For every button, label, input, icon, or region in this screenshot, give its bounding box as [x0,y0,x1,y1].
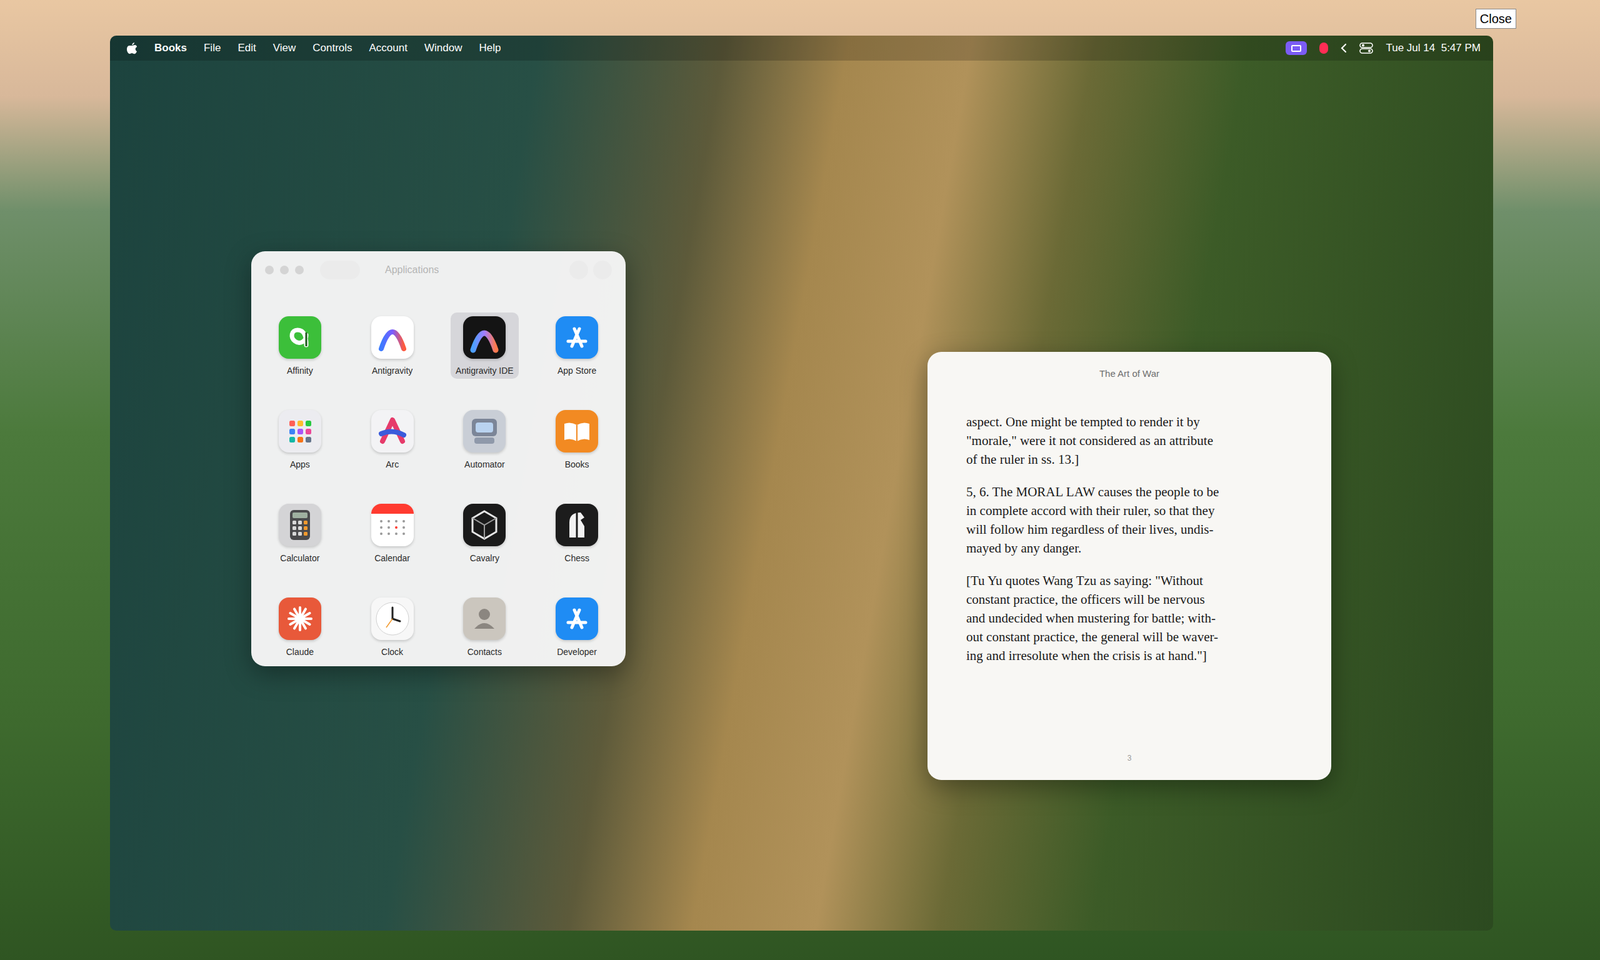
calculator-icon [278,503,322,547]
app-label: Developer [556,646,597,658]
app-item[interactable]: Claude [253,593,347,667]
app-item[interactable]: Cavalry [438,500,532,594]
menu-item[interactable]: File [203,40,221,57]
control-center-icon[interactable] [1359,42,1374,54]
app-icon [463,316,506,359]
contacts-icon [463,597,506,640]
app-label: Books [565,458,590,470]
antigravity-ide-icon [463,316,506,359]
book-paragraph: aspect. One might be tempted to render i… [966,412,1307,469]
affinity-icon [278,316,322,359]
book-paragraph: 5, 6. The MORAL LAW causes the people to… [966,482,1307,558]
app-label: Antigravity IDE [455,365,514,377]
app-label: Chess [564,552,590,564]
app-item[interactable]: Calendar [346,500,439,594]
app-icon [371,503,414,547]
app-label: Calculator [280,552,320,564]
app-icon [371,410,414,453]
app-item[interactable]: Chess [530,500,624,594]
apps-icon [278,410,322,453]
menu-item[interactable]: Window [424,40,462,57]
app-label: Clock [381,646,404,658]
app-icon [555,597,599,640]
app-label: App Store [557,365,597,377]
app-label: Claude [286,646,314,658]
app-icon [555,503,599,547]
nav-buttons[interactable] [320,260,360,280]
developer-icon [555,597,599,640]
app-item[interactable]: Contacts [438,593,532,667]
antigravity-icon [371,316,414,359]
app-icon [371,597,414,640]
book-window: The Art of War aspect. One might be tempt… [927,351,1332,780]
app-icon [278,597,322,640]
finder-titlebar: Applications [251,251,626,289]
app-item[interactable]: Developer [530,593,624,667]
search-button[interactable] [593,260,612,280]
clock-icon [371,597,414,640]
recording-icon[interactable] [1319,42,1329,54]
finder-title: Applications [385,262,439,278]
app-label: Apps [290,458,310,470]
app-item[interactable]: Affinity [253,312,347,407]
app-label: Affinity [286,365,314,377]
app-icon [555,316,599,359]
app-grid: Affinity Antigravity Antigravity IDE App St… [251,288,626,667]
menu-item[interactable]: Edit [237,40,256,57]
app-label: Arc [385,458,399,470]
app-icon [278,410,322,453]
mac-screen: Books File Edit View Controls Account Window He… [110,35,1494,931]
chess-icon [555,503,599,547]
app-item[interactable]: Automator [438,406,532,500]
menu-item[interactable]: Books [154,40,187,57]
app-item[interactable]: Antigravity [346,312,439,407]
automator-icon [463,410,506,453]
page: Close Books File Edit View Controls Account Win… [0,0,1600,960]
app-label: Antigravity [371,365,413,377]
cavalry-icon [463,503,506,547]
app-label: Calendar [374,552,410,564]
close-button[interactable]: Close [1475,8,1517,29]
books-icon [555,410,599,453]
app-icon [371,316,414,359]
menu-bar: Books File Edit View Controls Account Window He… [110,35,1494,61]
app-item[interactable]: Clock [346,593,439,667]
app-icon [463,503,506,547]
app-label: Automator [464,458,505,470]
app-icon [555,410,599,453]
page-number: 3 [927,752,1332,780]
app-item[interactable]: Apps [253,406,347,500]
app-icon [278,316,322,359]
menu-item[interactable]: Controls [312,40,352,57]
menu-item[interactable]: Account [369,40,408,57]
menu-item[interactable]: View [273,40,297,57]
arc-icon [371,410,414,453]
finder-window: Applications Affinity Antigravity Antigravi… [251,251,626,667]
close-dot[interactable] [265,265,274,275]
menu-clock[interactable]: Tue Jul 14 5:47 PM [1385,40,1481,57]
book-page: aspect. One might be tempted to render i… [927,381,1332,665]
app-icon [278,503,322,547]
share-button[interactable] [569,260,589,280]
book-title: The Art of War [927,351,1332,382]
book-paragraph: [Tu Yu quotes Wang Tzu as saying: "Witho… [966,571,1307,665]
calendar-icon [371,503,414,547]
app-icon [463,410,506,453]
zoom-dot[interactable] [295,265,304,275]
app-label: Contacts [467,646,502,658]
screen-share-icon[interactable] [1285,41,1307,55]
menu-item[interactable]: Help [478,40,501,57]
app-icon [463,597,506,640]
chevron-left-icon[interactable] [1340,43,1347,54]
app-store-icon [555,316,599,359]
app-item[interactable]: Antigravity IDE [438,312,532,407]
claude-icon [278,597,322,640]
app-item[interactable]: Arc [346,406,439,500]
app-item[interactable]: App Store [530,312,624,407]
minimize-dot[interactable] [280,265,289,275]
apple-logo-icon[interactable] [126,41,138,55]
app-item[interactable]: Calculator [253,500,347,594]
app-item[interactable]: Books [530,406,624,500]
app-label: Cavalry [470,552,500,564]
